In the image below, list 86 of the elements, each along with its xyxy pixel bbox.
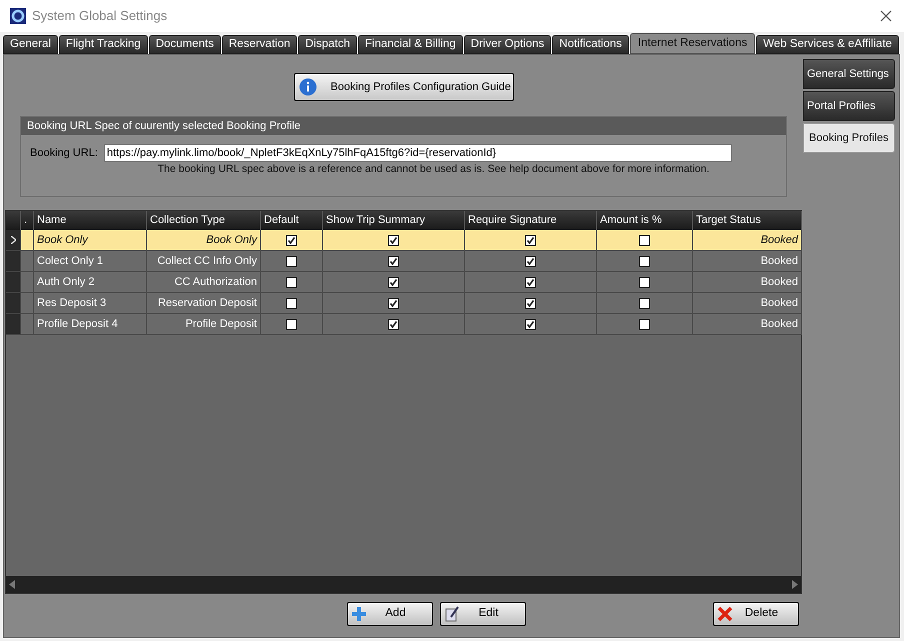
url-note: The booking URL spec above is a reference and cannot be used as is. See help document above for more information. — [158, 162, 710, 177]
settings-tab[interactable]: Internet Reservations — [630, 33, 756, 54]
scroll-left-icon[interactable] — [9, 580, 15, 589]
column-header: Name — [34, 211, 147, 230]
checkbox[interactable] — [388, 318, 399, 330]
plus-icon — [351, 606, 367, 622]
settings-tab[interactable]: Web Services & eAffiliate — [756, 35, 899, 54]
target-status-cell: Booked — [693, 272, 802, 293]
checkbox[interactable] — [525, 256, 536, 266]
checkbox[interactable] — [639, 298, 650, 308]
column-header: Require Signature — [465, 211, 597, 230]
checkbox[interactable] — [639, 256, 650, 266]
checkbox[interactable] — [525, 234, 536, 246]
checkbox[interactable] — [639, 318, 650, 330]
collection-type-cell: Collect CC Info Only — [147, 251, 261, 272]
checkbox[interactable] — [286, 298, 297, 308]
add-button[interactable]: Add — [347, 602, 433, 626]
target-status-cell: Booked — [693, 230, 802, 251]
table-cell — [21, 293, 34, 314]
settings-tab[interactable]: Documents — [148, 35, 221, 54]
booking-url-field[interactable]: https://pay.mylink.limo/book/_NpletF3kEqXnLy75lhFqA15ftg6?id={reservationId} — [104, 144, 732, 162]
checkbox[interactable] — [286, 318, 297, 330]
checkbox[interactable] — [639, 234, 650, 246]
column-header: Target Status — [693, 211, 802, 230]
delete-icon — [717, 606, 733, 622]
collection-type-cell: Profile Deposit — [147, 314, 261, 335]
collection-type-cell: Reservation Deposit — [147, 293, 261, 314]
checkbox[interactable] — [525, 318, 536, 330]
checkbox[interactable] — [525, 298, 536, 308]
collection-type-cell: Book Only — [147, 230, 261, 251]
checkbox[interactable] — [388, 298, 399, 308]
app-logo-icon — [10, 8, 26, 24]
collection-type-cell: CC Authorization — [147, 272, 261, 293]
side-tab[interactable]: Booking Profiles — [803, 123, 895, 153]
current-row-icon — [10, 236, 16, 244]
checkbox[interactable] — [525, 276, 536, 288]
checkbox[interactable] — [286, 234, 297, 246]
checkbox[interactable] — [388, 276, 399, 288]
checkbox[interactable] — [388, 256, 399, 266]
column-header: Collection Type — [147, 211, 261, 230]
table-cell — [21, 314, 34, 335]
target-status-cell: Booked — [693, 314, 802, 335]
settings-tab[interactable]: Dispatch — [298, 35, 357, 54]
checkbox[interactable] — [388, 234, 399, 246]
checkbox[interactable] — [639, 276, 650, 288]
settings-tab[interactable]: Reservation — [222, 35, 298, 54]
column-header: Amount is % — [597, 211, 693, 230]
row-header-cell[interactable] — [6, 230, 21, 251]
horizontal-scrollbar[interactable] — [6, 576, 801, 593]
column-header: Default — [261, 211, 323, 230]
configuration-guide-button[interactable]: Booking Profiles Configuration Guide — [294, 73, 514, 101]
header-corner-cell — [6, 211, 21, 230]
booking-url-label: Booking URL: — [30, 146, 98, 161]
row-header-cell[interactable] — [6, 293, 21, 314]
pencil-paper-icon — [444, 606, 460, 622]
side-tab[interactable]: Portal Profiles — [803, 91, 895, 121]
table-cell — [21, 272, 34, 293]
target-status-cell: Booked — [693, 293, 802, 314]
column-header: . — [21, 211, 34, 230]
target-status-cell: Booked — [693, 251, 802, 272]
row-header-cell[interactable] — [6, 272, 21, 293]
settings-tab[interactable]: Driver Options — [464, 35, 552, 54]
name-cell: Book Only — [34, 230, 147, 251]
info-icon — [298, 78, 316, 96]
table-cell — [21, 251, 34, 272]
settings-tab[interactable]: Flight Tracking — [58, 35, 148, 54]
edit-button[interactable]: Edit — [440, 602, 526, 626]
settings-tab[interactable]: General — [3, 35, 58, 54]
row-header-cell[interactable] — [6, 314, 21, 335]
column-header: Show Trip Summary — [323, 211, 465, 230]
checkbox[interactable] — [286, 276, 297, 288]
name-cell: Colect Only 1 — [34, 251, 147, 272]
close-icon[interactable] — [880, 10, 892, 22]
scroll-right-icon[interactable] — [792, 580, 798, 589]
settings-tab[interactable]: Notifications — [552, 35, 629, 54]
checkbox[interactable] — [286, 256, 297, 266]
name-cell: Auth Only 2 — [34, 272, 147, 293]
delete-button[interactable]: Delete — [713, 602, 799, 626]
settings-tab[interactable]: Financial & Billing — [358, 35, 463, 54]
table-cell — [21, 230, 34, 251]
name-cell: Res Deposit 3 — [34, 293, 147, 314]
group-title: Booking URL Spec of cuurently selected Booking Profile — [21, 117, 786, 135]
window-title: System Global Settings — [32, 7, 168, 26]
row-header-cell[interactable] — [6, 251, 21, 272]
name-cell: Profile Deposit 4 — [34, 314, 147, 335]
side-tab[interactable]: General Settings — [803, 59, 895, 89]
